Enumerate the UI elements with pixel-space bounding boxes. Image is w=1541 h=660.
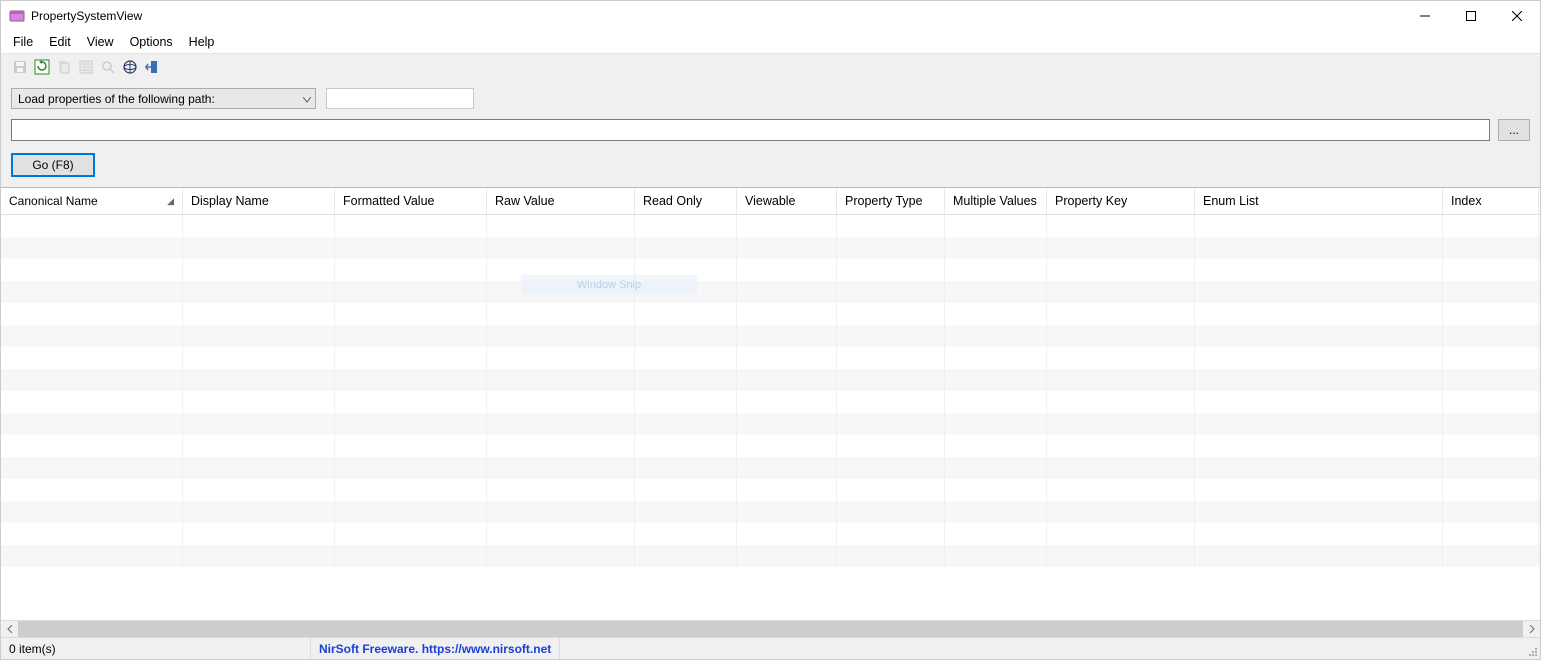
browse-label: ... bbox=[1509, 123, 1519, 137]
chevron-down-icon bbox=[303, 92, 311, 106]
column-enum-list[interactable]: Enum List bbox=[1195, 188, 1443, 214]
column-property-type[interactable]: Property Type bbox=[837, 188, 945, 214]
table-row[interactable] bbox=[1, 281, 1540, 303]
column-viewable[interactable]: Viewable bbox=[737, 188, 837, 214]
app-icon bbox=[9, 8, 25, 24]
copy-icon[interactable] bbox=[55, 58, 73, 76]
scroll-left-icon[interactable] bbox=[1, 621, 18, 637]
properties-icon[interactable] bbox=[77, 58, 95, 76]
column-index[interactable]: Index bbox=[1443, 188, 1539, 214]
window-title: PropertySystemView bbox=[31, 9, 142, 23]
column-read-only[interactable]: Read Only bbox=[635, 188, 737, 214]
html-report-icon[interactable] bbox=[121, 58, 139, 76]
table-row[interactable] bbox=[1, 545, 1540, 567]
status-item-count: 0 item(s) bbox=[1, 638, 311, 659]
scroll-track[interactable] bbox=[18, 621, 1523, 637]
horizontal-scrollbar[interactable] bbox=[1, 620, 1540, 637]
table-row[interactable] bbox=[1, 523, 1540, 545]
menubar: File Edit View Options Help bbox=[1, 31, 1540, 54]
titlebar: PropertySystemView bbox=[1, 1, 1540, 31]
controls-panel: Load properties of the following path: .… bbox=[1, 80, 1540, 187]
table-row[interactable] bbox=[1, 369, 1540, 391]
table-row[interactable] bbox=[1, 413, 1540, 435]
grid-area: Canonical Name ◢ Display Name Formatted … bbox=[1, 187, 1540, 637]
column-raw-value[interactable]: Raw Value bbox=[487, 188, 635, 214]
column-canonical-name[interactable]: Canonical Name ◢ bbox=[1, 188, 183, 214]
table-row[interactable] bbox=[1, 215, 1540, 237]
grid-header: Canonical Name ◢ Display Name Formatted … bbox=[1, 188, 1540, 215]
column-property-key[interactable]: Property Key bbox=[1047, 188, 1195, 214]
path-input[interactable] bbox=[11, 119, 1490, 141]
toolbar bbox=[1, 54, 1540, 80]
menu-file[interactable]: File bbox=[5, 32, 41, 52]
save-icon[interactable] bbox=[11, 58, 29, 76]
watermark: Window Snip bbox=[521, 275, 697, 295]
go-button[interactable]: Go (F8) bbox=[11, 153, 95, 177]
resize-grip-icon[interactable] bbox=[1522, 638, 1540, 659]
table-row[interactable] bbox=[1, 347, 1540, 369]
menu-view[interactable]: View bbox=[79, 32, 122, 52]
table-row[interactable] bbox=[1, 259, 1540, 281]
grid-body[interactable] bbox=[1, 215, 1540, 567]
table-row[interactable] bbox=[1, 457, 1540, 479]
refresh-icon[interactable] bbox=[33, 58, 51, 76]
menu-edit[interactable]: Edit bbox=[41, 32, 79, 52]
scroll-right-icon[interactable] bbox=[1523, 621, 1540, 637]
minimize-button[interactable] bbox=[1402, 1, 1448, 31]
menu-help[interactable]: Help bbox=[181, 32, 223, 52]
status-credit[interactable]: NirSoft Freeware. https://www.nirsoft.ne… bbox=[311, 638, 560, 659]
browse-button[interactable]: ... bbox=[1498, 119, 1530, 141]
statusbar: 0 item(s) NirSoft Freeware. https://www.… bbox=[1, 637, 1540, 659]
table-row[interactable] bbox=[1, 237, 1540, 259]
column-formatted-value[interactable]: Formatted Value bbox=[335, 188, 487, 214]
close-button[interactable] bbox=[1494, 1, 1540, 31]
mode-combo-text: Load properties of the following path: bbox=[18, 92, 215, 106]
exit-icon[interactable] bbox=[143, 58, 161, 76]
sort-asc-icon: ◢ bbox=[167, 196, 174, 207]
app-window: PropertySystemView File Edit View Option… bbox=[0, 0, 1541, 660]
table-row[interactable] bbox=[1, 303, 1540, 325]
column-multiple-values[interactable]: Multiple Values bbox=[945, 188, 1047, 214]
scroll-thumb[interactable] bbox=[18, 621, 1523, 637]
find-icon[interactable] bbox=[99, 58, 117, 76]
table-row[interactable] bbox=[1, 391, 1540, 413]
table-row[interactable] bbox=[1, 501, 1540, 523]
secondary-input[interactable] bbox=[326, 88, 474, 109]
table-row[interactable] bbox=[1, 479, 1540, 501]
maximize-button[interactable] bbox=[1448, 1, 1494, 31]
mode-combo[interactable]: Load properties of the following path: bbox=[11, 88, 316, 109]
table-row[interactable] bbox=[1, 435, 1540, 457]
go-label: Go (F8) bbox=[32, 158, 73, 172]
menu-options[interactable]: Options bbox=[122, 32, 181, 52]
table-row[interactable] bbox=[1, 325, 1540, 347]
column-display-name[interactable]: Display Name bbox=[183, 188, 335, 214]
